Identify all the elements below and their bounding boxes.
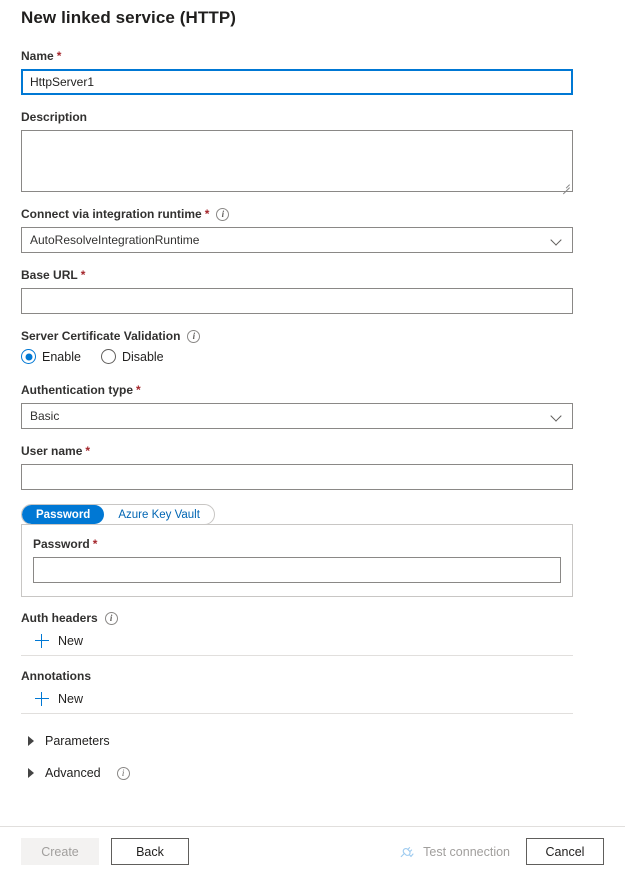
required-asterisk: * — [57, 48, 62, 64]
chevron-down-icon — [552, 235, 562, 245]
radio-disable[interactable]: Disable — [101, 349, 164, 364]
plus-icon — [35, 634, 49, 648]
authentication-type-label-text: Authentication type — [21, 382, 133, 398]
required-asterisk: * — [93, 536, 98, 552]
plus-icon — [35, 692, 49, 706]
info-icon[interactable]: i — [216, 208, 229, 221]
test-connection-label: Test connection — [423, 845, 510, 859]
base-url-input[interactable] — [21, 288, 573, 314]
annotations-label: Annotations — [21, 669, 604, 683]
field-server-certificate-validation: Server Certificate Validation i Enable D… — [21, 328, 604, 364]
field-integration-runtime: Connect via integration runtime * i Auto… — [21, 206, 604, 253]
base-url-label-text: Base URL — [21, 267, 78, 283]
password-input[interactable] — [33, 557, 561, 583]
description-label-text: Description — [21, 109, 87, 125]
authentication-type-select[interactable]: Basic — [21, 403, 573, 429]
field-name: Name * HttpServer1 — [21, 48, 604, 95]
field-description: Description — [21, 109, 604, 192]
server-certificate-validation-label-text: Server Certificate Validation — [21, 328, 180, 344]
description-input[interactable] — [21, 130, 573, 192]
info-icon[interactable]: i — [187, 330, 200, 343]
back-button[interactable]: Back — [111, 838, 189, 865]
divider — [21, 713, 573, 714]
required-asterisk: * — [136, 382, 141, 398]
radio-disable-indicator — [101, 349, 116, 364]
integration-runtime-select[interactable]: AutoResolveIntegrationRuntime — [21, 227, 573, 253]
toggle-azure-key-vault[interactable]: Azure Key Vault — [104, 505, 214, 524]
integration-runtime-label-text: Connect via integration runtime — [21, 206, 202, 222]
radio-enable-indicator — [21, 349, 36, 364]
section-parameters[interactable]: Parameters — [21, 725, 604, 757]
credential-toggle: Password Azure Key Vault — [21, 504, 215, 525]
required-asterisk: * — [205, 206, 210, 222]
parameters-label: Parameters — [45, 734, 110, 748]
field-credential: Password Azure Key Vault Password * — [21, 504, 604, 597]
footer-bar: Create Back Test connection Cancel — [0, 826, 625, 876]
auth-headers-label-text: Auth headers — [21, 611, 98, 625]
radio-disable-label: Disable — [122, 350, 164, 364]
user-name-label: User name * — [21, 443, 604, 459]
form-area: New linked service (HTTP) Name * HttpSer… — [0, 0, 625, 826]
annotations-new-label: New — [58, 692, 83, 706]
field-base-url: Base URL * — [21, 267, 604, 314]
server-certificate-validation-label: Server Certificate Validation i — [21, 328, 604, 344]
name-label: Name * — [21, 48, 604, 64]
cancel-button[interactable]: Cancel — [526, 838, 604, 865]
integration-runtime-value: AutoResolveIntegrationRuntime — [30, 233, 199, 247]
info-icon[interactable]: i — [105, 612, 118, 625]
auth-headers-label: Auth headers i — [21, 611, 604, 625]
name-label-text: Name — [21, 48, 54, 64]
chevron-right-icon — [28, 736, 34, 746]
password-panel: Password * — [21, 524, 573, 597]
base-url-label: Base URL * — [21, 267, 604, 283]
advanced-label: Advanced — [45, 766, 101, 780]
section-auth-headers: Auth headers i New — [21, 611, 604, 656]
resize-grip-icon[interactable] — [561, 180, 570, 189]
name-input[interactable]: HttpServer1 — [21, 69, 573, 95]
description-label: Description — [21, 109, 604, 125]
chevron-right-icon — [28, 768, 34, 778]
password-label: Password * — [33, 536, 561, 552]
create-button[interactable]: Create — [21, 838, 99, 865]
field-authentication-type: Authentication type * Basic — [21, 382, 604, 429]
new-linked-service-panel: New linked service (HTTP) Name * HttpSer… — [0, 0, 625, 876]
radio-enable-label: Enable — [42, 350, 81, 364]
server-certificate-validation-radio-group: Enable Disable — [21, 349, 604, 364]
integration-runtime-label: Connect via integration runtime * i — [21, 206, 604, 222]
toggle-password[interactable]: Password — [22, 505, 104, 524]
annotations-new-button[interactable]: New — [21, 686, 83, 713]
field-user-name: User name * — [21, 443, 604, 490]
required-asterisk: * — [85, 443, 90, 459]
annotations-label-text: Annotations — [21, 669, 91, 683]
authentication-type-label: Authentication type * — [21, 382, 604, 398]
user-name-label-text: User name — [21, 443, 82, 459]
radio-enable[interactable]: Enable — [21, 349, 81, 364]
chevron-down-icon — [552, 411, 562, 421]
auth-headers-new-button[interactable]: New — [21, 628, 83, 655]
user-name-input[interactable] — [21, 464, 573, 490]
section-annotations: Annotations New — [21, 669, 604, 714]
section-advanced[interactable]: Advanced i — [21, 757, 604, 789]
info-icon[interactable]: i — [117, 767, 130, 780]
authentication-type-value: Basic — [30, 409, 59, 423]
password-label-text: Password — [33, 536, 90, 552]
required-asterisk: * — [81, 267, 86, 283]
divider — [21, 655, 573, 656]
plug-icon — [398, 844, 414, 860]
test-connection-button[interactable]: Test connection — [398, 844, 510, 860]
auth-headers-new-label: New — [58, 634, 83, 648]
page-title: New linked service (HTTP) — [21, 0, 604, 28]
